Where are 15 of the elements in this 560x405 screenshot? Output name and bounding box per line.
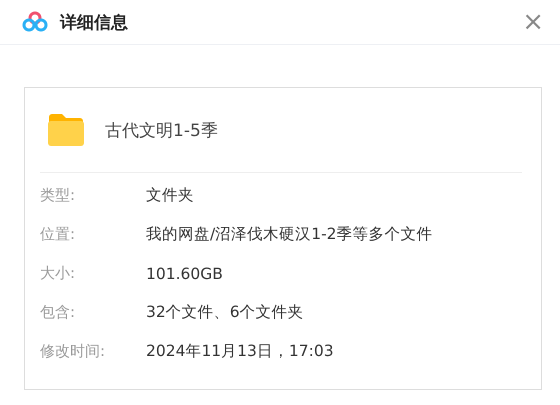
window-title: 详细信息	[60, 12, 129, 34]
detail-value: 101.60GB	[146, 264, 224, 282]
detail-label: 类型:	[40, 186, 76, 205]
detail-label: 大小:	[40, 264, 76, 283]
cloud-logo-icon	[22, 11, 48, 33]
file-name: 古代文明1-5季	[105, 120, 218, 142]
detail-label: 修改时间:	[40, 342, 106, 361]
detail-value: 32个文件、6个文件夹	[146, 302, 305, 323]
close-button[interactable]: ×	[522, 9, 544, 35]
detail-label: 包含:	[40, 303, 76, 322]
detail-value: 2024年11月13日，17:03	[146, 341, 335, 362]
detail-value: 文件夹	[146, 185, 195, 206]
detail-label: 位置:	[40, 225, 76, 244]
detail-value: 我的网盘/沼泽伐木硬汉1-2季等多个文件	[146, 224, 434, 245]
folder-icon	[47, 113, 85, 147]
